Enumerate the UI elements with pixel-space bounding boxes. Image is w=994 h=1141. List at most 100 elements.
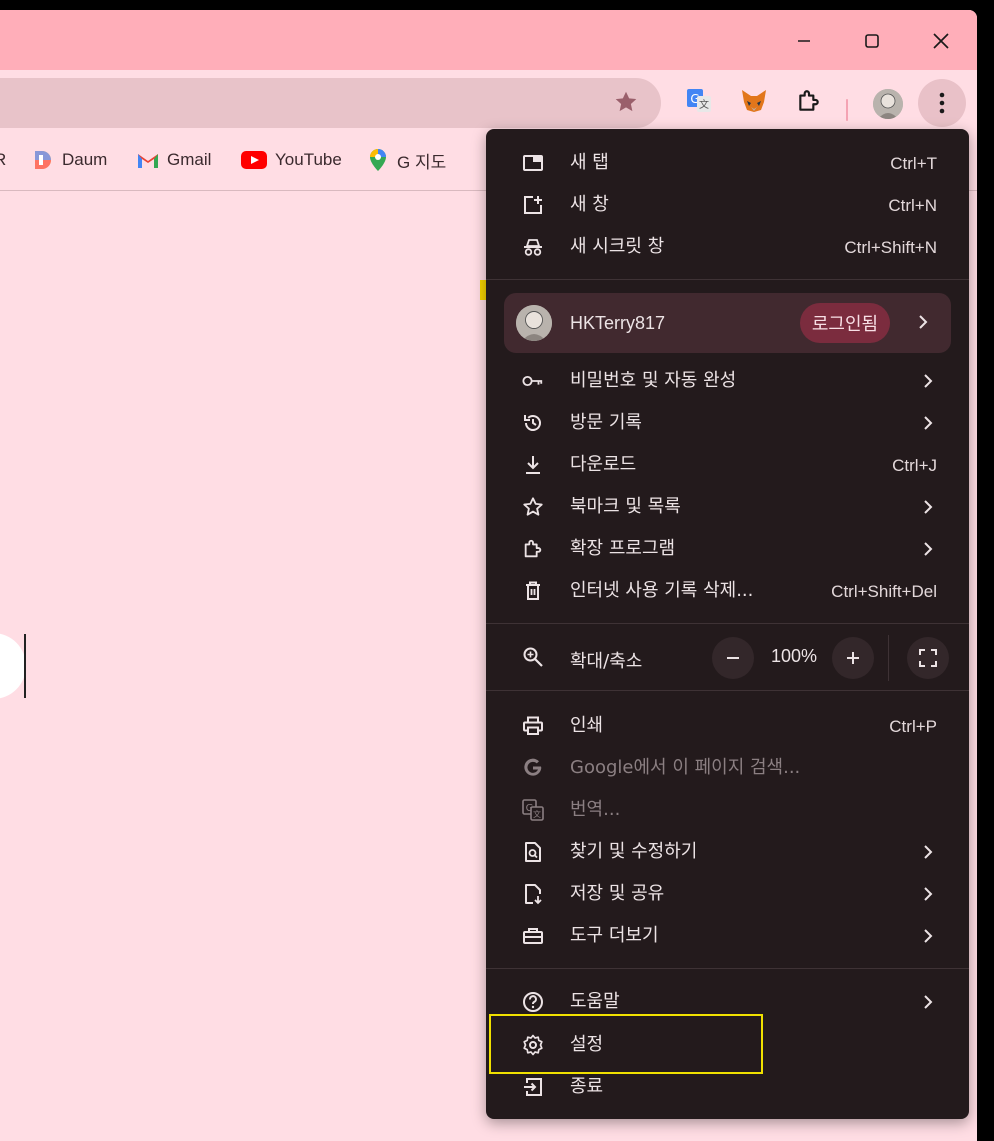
menu-item-label: 설정 (570, 1034, 604, 1055)
extensions-button[interactable] (794, 86, 824, 116)
menu-item-label: 인터넷 사용 기록 삭제... (570, 580, 754, 601)
bookmark-star-button[interactable] (613, 89, 639, 119)
incognito-icon (522, 236, 544, 258)
chevron-right-icon (924, 416, 933, 430)
menu-item-shortcut: Ctrl+J (892, 456, 937, 475)
menu-item-downloads[interactable]: 다운로드 Ctrl+J (486, 444, 969, 486)
menu-item-new-tab[interactable]: 새 탭 Ctrl+T (486, 142, 969, 184)
chevron-right-icon (924, 929, 933, 943)
exit-icon (522, 1076, 544, 1098)
menu-item-shortcut: Ctrl+Shift+Del (831, 582, 937, 601)
menu-item-zoom: 확대/축소 100% (486, 633, 969, 681)
zoom-in-button[interactable] (832, 637, 874, 679)
close-icon (933, 33, 949, 49)
map-pin-icon (367, 149, 389, 171)
menu-item-shortcut: Ctrl+Shift+N (844, 238, 937, 257)
menu-item-label: 찾기 및 수정하기 (570, 841, 698, 862)
puzzle-icon (522, 538, 544, 560)
help-icon (522, 991, 544, 1013)
menu-item-label: 도구 더보기 (570, 925, 659, 946)
menu-item-save-share[interactable]: 저장 및 공유 (486, 873, 969, 915)
youtube-icon (241, 149, 267, 171)
close-window-button[interactable] (926, 28, 956, 54)
chrome-menu-button[interactable] (918, 79, 966, 127)
menu-item-bookmarks[interactable]: 북마크 및 목록 (486, 486, 969, 528)
menu-item-exit[interactable]: 종료 (486, 1066, 969, 1108)
profile-avatar (516, 305, 552, 341)
profile-name: HKTerry817 (570, 313, 666, 333)
menu-item-shortcut: Ctrl+N (888, 196, 937, 215)
menu-item-more-tools[interactable]: 도구 더보기 (486, 915, 969, 957)
bookmark-gmail[interactable]: Gmail (137, 148, 211, 172)
star-icon (615, 91, 637, 112)
chrome-main-menu: 새 탭 Ctrl+T 새 창 Ctrl+N 새 시크릿 창 Ctrl+Shift… (486, 129, 969, 1119)
chevron-right-icon (924, 542, 933, 556)
history-icon (522, 412, 544, 434)
chevron-right-icon (924, 374, 933, 388)
menu-item-label: 새 창 (570, 194, 609, 215)
menu-separator (486, 690, 969, 691)
svg-text:文: 文 (533, 809, 541, 819)
zoom-label: 확대/축소 (570, 651, 643, 672)
fullscreen-icon (919, 649, 937, 667)
avatar-icon (516, 305, 552, 341)
menu-separator (486, 968, 969, 969)
menu-item-settings[interactable]: 설정 (486, 1024, 969, 1066)
star-outline-icon (522, 496, 544, 518)
trash-icon (522, 580, 544, 602)
kebab-menu-icon (939, 92, 945, 114)
text-cursor (24, 634, 26, 698)
minimize-button[interactable] (789, 28, 819, 54)
translate-extension-button[interactable]: G 文 (684, 86, 714, 116)
chevron-right-icon (924, 995, 933, 1009)
profile-avatar-button[interactable] (873, 89, 903, 119)
menu-separator (486, 623, 969, 624)
toolbar-divider (846, 99, 848, 121)
printer-icon (522, 715, 544, 737)
menu-item-label: 인쇄 (570, 715, 604, 736)
gmail-icon (137, 149, 159, 171)
minimize-icon (798, 40, 810, 42)
find-page-icon (522, 841, 544, 863)
avatar-icon (873, 89, 903, 119)
chevron-right-icon (919, 315, 928, 329)
puzzle-icon (799, 90, 819, 111)
menu-item-label: 도움말 (570, 991, 620, 1012)
menu-item-print[interactable]: 인쇄 Ctrl+P (486, 705, 969, 747)
zoom-out-button[interactable] (712, 637, 754, 679)
bookmark-naver[interactable]: R (0, 148, 6, 172)
menu-item-shortcut: Ctrl+T (890, 154, 937, 173)
maximize-button[interactable] (857, 28, 887, 54)
download-icon (522, 454, 544, 476)
bookmark-daum[interactable]: Daum (32, 148, 107, 172)
address-bar[interactable] (0, 78, 661, 128)
bookmark-label: Gmail (167, 150, 212, 169)
menu-item-find-edit[interactable]: 찾기 및 수정하기 (486, 831, 969, 873)
new-window-icon (522, 194, 544, 216)
bookmark-label: G 지도 (397, 152, 447, 172)
fullscreen-button[interactable] (907, 637, 949, 679)
svg-text:文: 文 (699, 98, 709, 111)
menu-separator (486, 279, 969, 280)
menu-item-clear-browsing-data[interactable]: 인터넷 사용 기록 삭제... Ctrl+Shift+Del (486, 570, 969, 612)
menu-item-passwords[interactable]: 비밀번호 및 자동 완성 (486, 360, 969, 402)
zoom-icon (522, 646, 544, 672)
maximize-icon (865, 34, 879, 48)
menu-item-extensions[interactable]: 확장 프로그램 (486, 528, 969, 570)
fox-icon (742, 90, 766, 112)
menu-item-history[interactable]: 방문 기록 (486, 402, 969, 444)
metamask-extension-button[interactable] (739, 86, 769, 116)
menu-item-incognito[interactable]: 새 시크릿 창 Ctrl+Shift+N (486, 226, 969, 268)
menu-item-new-window[interactable]: 새 창 Ctrl+N (486, 184, 969, 226)
bookmark-youtube[interactable]: YouTube (241, 148, 342, 172)
signed-in-badge: 로그인됨 (800, 303, 890, 343)
menu-item-help[interactable]: 도움말 (486, 981, 969, 1023)
google-g-icon (522, 757, 544, 779)
daum-icon (32, 149, 54, 171)
page-search-box[interactable] (0, 633, 26, 699)
bookmark-google-maps[interactable]: G 지도 (367, 148, 446, 172)
menu-item-label: 저장 및 공유 (570, 883, 665, 904)
menu-item-label: 북마크 및 목록 (570, 496, 681, 517)
menu-profile-row[interactable]: HKTerry817 로그인됨 (504, 293, 951, 353)
menu-item-label: 종료 (570, 1076, 604, 1097)
